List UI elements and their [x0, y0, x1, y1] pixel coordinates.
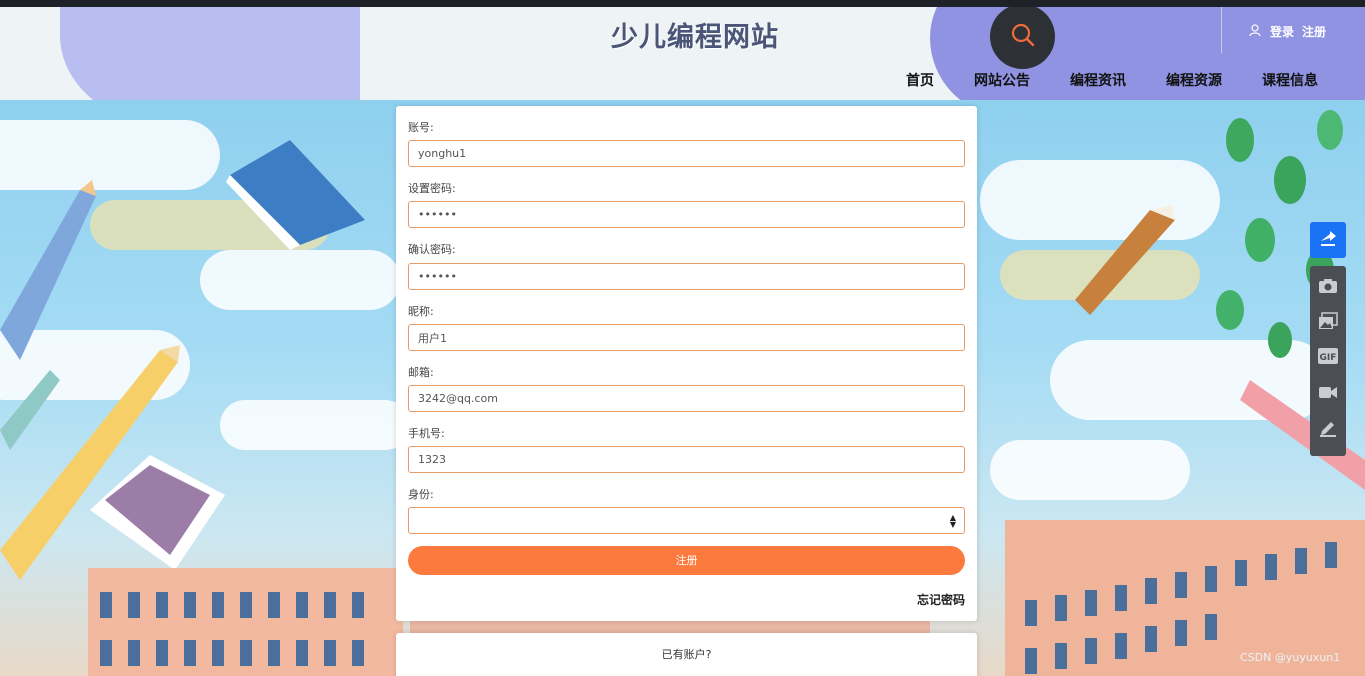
pen-icon[interactable]: [1318, 418, 1338, 438]
account-label: 账号:: [408, 121, 434, 134]
main-nav: 首页 网站公告 编程资讯 编程资源 课程信息: [906, 70, 1318, 90]
register-link[interactable]: 注册: [1302, 23, 1326, 40]
image-icon[interactable]: [1318, 311, 1338, 331]
select-arrows-icon: ▲ ▼: [949, 513, 956, 529]
have-account-link[interactable]: 已有账户?: [396, 646, 977, 662]
svg-text:GIF: GIF: [1320, 353, 1337, 363]
confirm-password-input[interactable]: [408, 263, 965, 290]
confirm-password-label: 确认密码:: [408, 243, 456, 256]
nav-item-resources[interactable]: 编程资源: [1166, 70, 1222, 90]
password-label: 设置密码:: [408, 182, 456, 195]
share-icon: [1318, 228, 1338, 252]
nickname-input[interactable]: [408, 324, 965, 351]
register-submit-button[interactable]: 注册: [408, 546, 965, 575]
nav-item-news[interactable]: 编程资讯: [1070, 70, 1126, 90]
identity-label: 身份:: [408, 488, 434, 501]
register-form-card: 账号: 设置密码: 确认密码: 昵称: 邮箱: 手机号: 身份: ▲▼ 注册 忘…: [396, 106, 977, 621]
login-prompt-card: 已有账户?: [396, 633, 977, 676]
header-decoration-left: [60, 7, 360, 100]
share-button[interactable]: [1310, 222, 1346, 258]
email-input[interactable]: [408, 385, 965, 412]
header-divider: [1221, 7, 1222, 53]
window-top-strip: [0, 0, 1365, 7]
nickname-label: 昵称:: [408, 305, 434, 318]
account-input[interactable]: [408, 140, 965, 167]
site-title: 少儿编程网站: [611, 22, 779, 53]
identity-select[interactable]: ▲ ▼: [408, 507, 965, 534]
user-icon: [1248, 23, 1262, 40]
user-area: 登录 注册: [1248, 23, 1326, 40]
site-header: 少儿编程网站 登录 注册 首页 网站公告 编程资讯 编程资源 课程信息: [0, 7, 1365, 100]
phone-input[interactable]: [408, 446, 965, 473]
search-icon: [1010, 22, 1036, 52]
phone-label: 手机号:: [408, 427, 445, 440]
screenshot-toolbar: GIF: [1310, 266, 1346, 456]
login-link[interactable]: 登录: [1270, 23, 1294, 40]
nav-item-home[interactable]: 首页: [906, 70, 934, 90]
email-label: 邮箱:: [408, 366, 434, 379]
video-icon[interactable]: [1318, 382, 1338, 402]
forgot-password-link[interactable]: 忘记密码: [917, 591, 965, 608]
search-button[interactable]: [990, 7, 1055, 69]
nav-item-courses[interactable]: 课程信息: [1262, 70, 1318, 90]
nav-item-announcements[interactable]: 网站公告: [974, 70, 1030, 90]
watermark: CSDN @yuyuxun1: [1240, 651, 1341, 664]
camera-icon[interactable]: [1318, 276, 1338, 296]
password-input[interactable]: [408, 201, 965, 228]
gif-icon[interactable]: GIF: [1318, 346, 1338, 366]
